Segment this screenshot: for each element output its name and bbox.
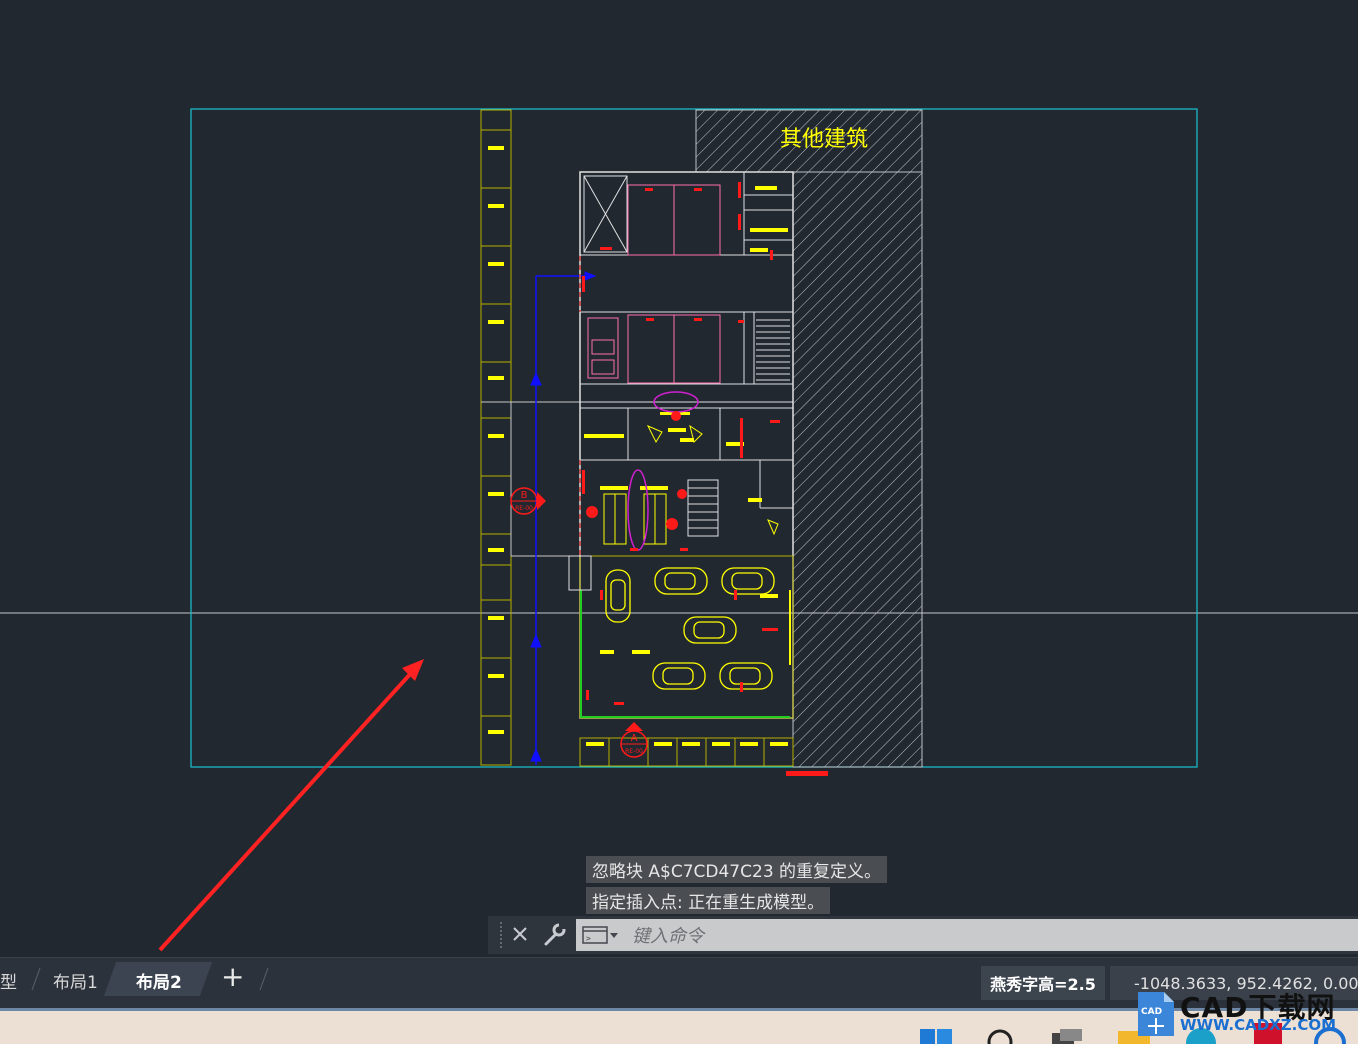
wrench-icon[interactable]	[542, 923, 566, 947]
svg-text:RE-00: RE-00	[515, 505, 533, 512]
annotation-arrow	[158, 659, 424, 952]
magenta-cloud-2	[627, 469, 649, 551]
model-viewport[interactable]: 其他建筑 B RE-00 A RE-00 忽略块 A$C7CD47C23 的重复…	[0, 0, 1358, 957]
tab-model[interactable]: 型	[0, 968, 17, 993]
tab-separator	[31, 967, 41, 991]
task-view-icon[interactable]	[1050, 1029, 1086, 1044]
tab-layout1[interactable]: 布局1	[53, 968, 98, 993]
left-column-strip	[480, 109, 512, 766]
font-height-status[interactable]: 燕秀字高=2.5	[981, 966, 1105, 1000]
close-icon[interactable]	[512, 926, 528, 942]
section-marker-b: B RE-00	[510, 487, 546, 515]
command-input-placeholder: 键入命令	[632, 926, 704, 947]
svg-text:B: B	[521, 490, 528, 501]
svg-text:>_: >_	[586, 934, 596, 943]
other-building-label: 其他建筑	[780, 127, 868, 152]
elevator-box	[583, 175, 628, 253]
svg-text:A: A	[631, 733, 638, 744]
tab-layout2[interactable]: 布局2	[136, 968, 182, 993]
yellow-fixtures	[584, 186, 788, 746]
section-marker-a: A RE-00	[620, 722, 648, 758]
blue-axis-line	[530, 271, 597, 765]
add-layout-button[interactable]: +	[221, 960, 244, 993]
drag-handle-icon[interactable]	[498, 922, 504, 948]
other-building-hatch-side	[792, 171, 923, 768]
svg-text:RE-00: RE-00	[625, 748, 643, 755]
windows-start-icon[interactable]	[920, 1029, 954, 1044]
command-history-line: 忽略块 A$C7CD47C23 的重复定义。	[586, 856, 888, 883]
stairs	[687, 319, 790, 537]
command-history-line: 指定插入点: 正在重生成模型。	[586, 887, 831, 914]
svg-text:CAD: CAD	[1141, 1007, 1162, 1017]
cad-drawing[interactable]: 其他建筑 B RE-00 A RE-00	[0, 0, 1358, 957]
building-outline	[579, 171, 794, 719]
watermark-url: WWW.CADXZ.COM	[1180, 1016, 1337, 1034]
cad-logo-icon: CAD	[1138, 992, 1174, 1036]
watermark: CAD CAD下载网 WWW.CADXZ.COM	[1136, 984, 1358, 1044]
tab-separator	[259, 967, 269, 991]
cars	[605, 567, 775, 690]
command-input[interactable]: >_ 键入命令	[576, 919, 1358, 951]
command-prompt-icon[interactable]: >_	[582, 925, 620, 945]
search-icon[interactable]	[985, 1026, 1015, 1044]
upper-rooms	[587, 184, 721, 384]
command-line-bar: >_ 键入命令	[488, 916, 1358, 954]
red-marks	[582, 182, 828, 776]
